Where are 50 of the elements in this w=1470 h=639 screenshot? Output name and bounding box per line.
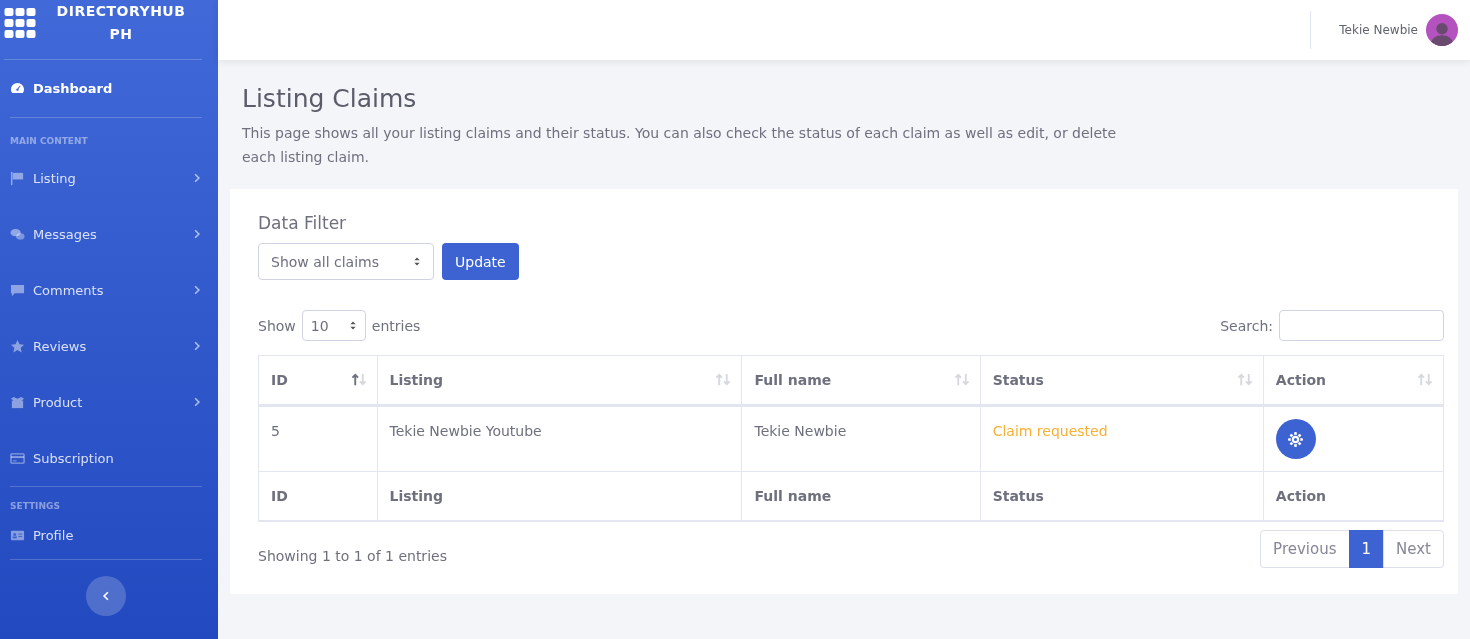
sidebar-item[interactable]: Listing: [10, 150, 202, 206]
page-title: Listing Claims: [242, 84, 418, 113]
table-cell: Tekie Newbie Youtube: [377, 405, 742, 472]
sort-caret-icon: [348, 320, 357, 331]
sidebar-item[interactable]: Profile: [10, 511, 202, 559]
page-description: This page shows all your listing claims and their status. You can also check the status of each claim as well as edit, or delete each listing claim.: [242, 124, 1118, 167]
section-heading: SETTINGS: [10, 500, 61, 511]
show-label: Show: [258, 317, 296, 334]
flag-icon: [10, 170, 25, 186]
column-footer: ID: [258, 471, 377, 521]
star-icon: [10, 338, 25, 354]
settings-button[interactable]: [1275, 419, 1316, 459]
table-cell: Tekie Newbie: [741, 405, 981, 472]
chevron-left-icon: [101, 591, 111, 601]
grid-icon: [4, 7, 36, 38]
credit-card-icon: [10, 450, 25, 466]
avatar[interactable]: [1426, 14, 1458, 46]
status-text: Claim requested: [980, 405, 1264, 472]
table-cell: 5: [258, 405, 377, 472]
entries-label: entries: [371, 317, 421, 334]
page-button[interactable]: 1: [1348, 529, 1385, 568]
sidebar-item[interactable]: Dashboard: [10, 60, 202, 117]
column-header[interactable]: Action: [1263, 355, 1444, 406]
gauge-icon: [10, 81, 25, 96]
user-name[interactable]: Tekie Newbie: [1339, 23, 1418, 37]
sidebar-item[interactable]: Product: [10, 374, 202, 430]
page-button[interactable]: Next: [1383, 529, 1444, 568]
column-header[interactable]: Full name: [741, 355, 981, 406]
brand-title: DIRECTORYHUB PH: [55, 1, 187, 44]
box-icon: [10, 394, 25, 410]
sidebar-item[interactable]: Subscription: [10, 430, 202, 486]
page-button[interactable]: Previous: [1260, 529, 1350, 568]
settings-icon: [1287, 430, 1305, 448]
sidebar-item[interactable]: Comments: [10, 262, 202, 318]
column-header[interactable]: ID: [258, 355, 377, 406]
speech-bubble-icon: [10, 282, 25, 298]
column-header[interactable]: Listing: [377, 355, 742, 406]
filter-select[interactable]: Show all claims: [258, 243, 434, 280]
search-label: Search:: [1220, 317, 1273, 334]
update-button[interactable]: Update: [442, 243, 519, 280]
sidebar-item[interactable]: Reviews: [10, 318, 202, 374]
sidebar-item[interactable]: Messages: [10, 206, 202, 262]
sort-caret-icon: [413, 256, 421, 267]
chat-bubbles-icon: [10, 226, 25, 242]
entries-select[interactable]: 10: [301, 310, 366, 341]
section-heading: MAIN CONTENT: [10, 135, 89, 146]
filter-title: Data Filter: [258, 213, 348, 233]
search-field[interactable]: [1279, 310, 1444, 341]
column-header[interactable]: Status: [980, 355, 1264, 406]
table-info: Showing 1 to 1 of 1 entries: [258, 546, 447, 564]
